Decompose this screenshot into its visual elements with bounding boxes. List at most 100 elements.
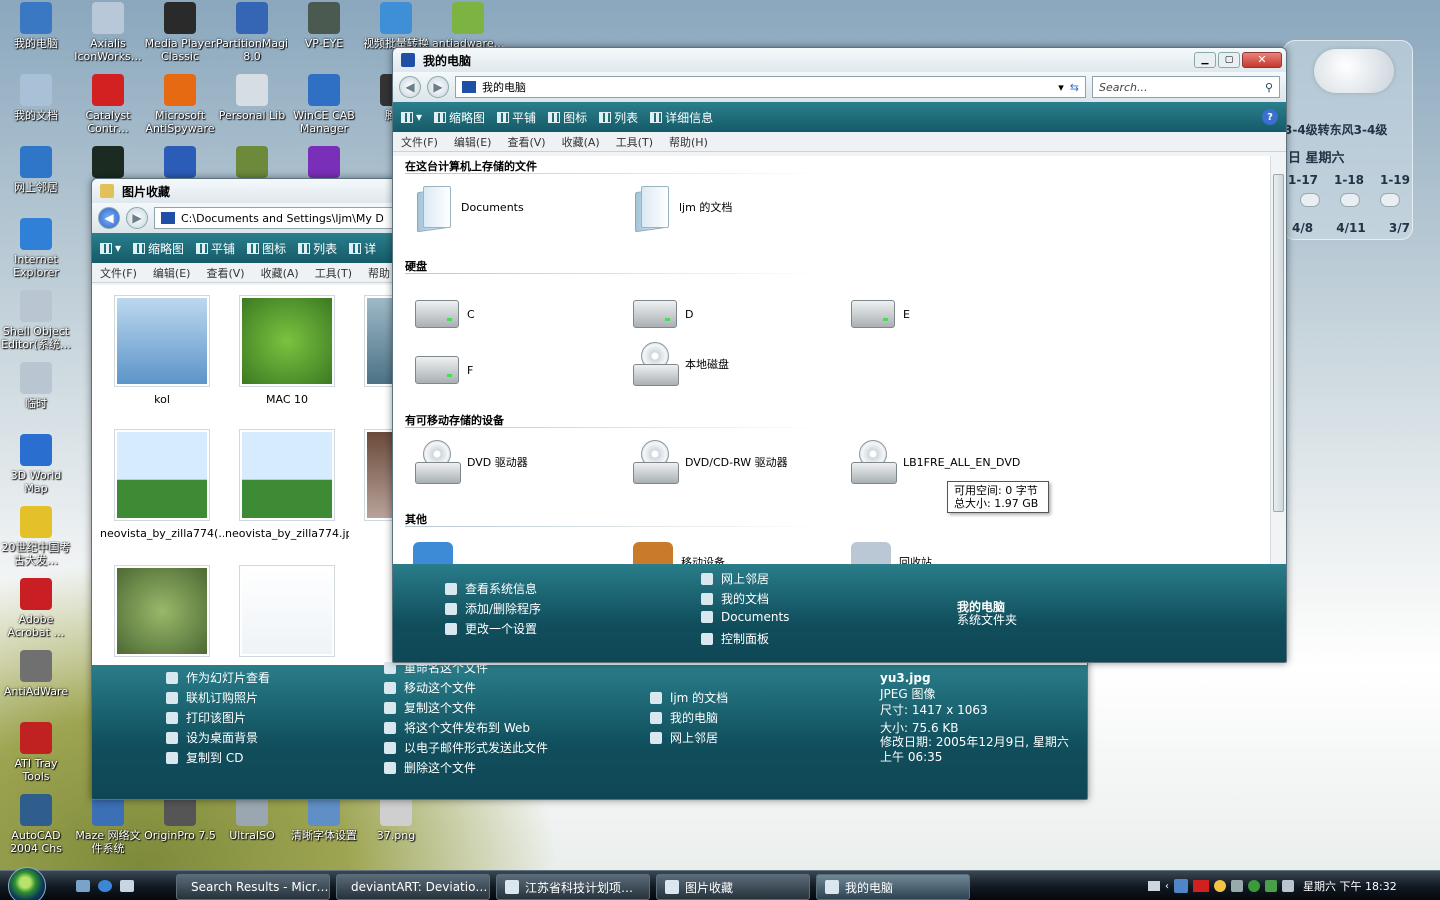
task-link[interactable]: Documents — [701, 610, 789, 624]
other-item[interactable]: 回收站 — [851, 542, 932, 564]
task-link[interactable]: 更改一个设置 — [445, 620, 537, 637]
back-button[interactable]: ◀ — [399, 76, 421, 98]
ie-quicklaunch-icon[interactable] — [98, 880, 112, 892]
view-4-button[interactable]: 详细信息 — [650, 109, 713, 126]
drive-item[interactable]: ljm 的文档 — [631, 184, 732, 230]
task-link[interactable]: 删除这个文件 — [384, 759, 476, 776]
drive-item[interactable]: 本地磁盘 — [633, 342, 729, 386]
task-link[interactable]: 移动这个文件 — [384, 679, 476, 696]
desktop-icon[interactable]: AntiAdWare — [0, 650, 72, 711]
view-4-button[interactable]: 详 — [349, 240, 376, 257]
view-1-button[interactable]: 平铺 — [497, 109, 536, 126]
drive-item[interactable]: Documents — [413, 184, 524, 230]
menu-item[interactable]: 文件(F) — [401, 134, 438, 150]
chevron-left-icon[interactable]: ‹ — [1165, 881, 1169, 892]
forward-button[interactable]: ▶ — [126, 207, 148, 229]
view-3-button[interactable]: 列表 — [599, 109, 638, 126]
minimize-button[interactable]: ▁ — [1194, 52, 1216, 68]
other-item[interactable] — [413, 542, 461, 564]
picture-thumbnail[interactable] — [114, 295, 210, 387]
task-link[interactable]: 复制这个文件 — [384, 699, 476, 716]
view-0-button[interactable]: 缩略图 — [133, 240, 184, 257]
back-button[interactable]: ◀ — [98, 207, 120, 229]
menu-item[interactable]: 编辑(E) — [153, 265, 191, 281]
sun-tray-icon[interactable] — [1214, 880, 1226, 892]
menu-item[interactable]: 查看(V) — [206, 265, 244, 281]
desktop-icon[interactable]: Catalyst Contr… — [72, 74, 144, 135]
start-button[interactable] — [8, 867, 46, 900]
desktop-icon[interactable]: Maze 网络文件系统 — [72, 794, 144, 855]
menu-item[interactable]: 工具(T) — [616, 134, 653, 150]
desktop-icon[interactable]: WinCE CAB Manager — [288, 74, 360, 135]
desktop-icon[interactable]: VP-EYE — [288, 2, 360, 63]
task-link[interactable]: 打印该图片 — [166, 709, 246, 726]
desktop-icon[interactable]: Media Player Classic — [144, 2, 216, 63]
search-input[interactable]: Search... ⚲ — [1092, 76, 1280, 98]
drive-item[interactable]: DVD/CD-RW 驱动器 — [633, 440, 788, 484]
task-link[interactable]: 联机订购照片 — [166, 689, 258, 706]
desktop-icon[interactable]: 3D World Map — [0, 434, 72, 495]
picture-thumbnail[interactable] — [114, 429, 210, 521]
vertical-scrollbar[interactable] — [1270, 156, 1286, 564]
desktop-icon[interactable]: 临时 — [0, 362, 72, 423]
close-button[interactable]: ✕ — [1242, 52, 1282, 68]
help-icon[interactable]: ? — [1262, 109, 1278, 125]
desktop-icon[interactable]: Adobe Acrobat … — [0, 578, 72, 639]
desktop-icon[interactable]: OriginPro 7.5 — [144, 794, 216, 855]
task-link[interactable]: 我的电脑 — [650, 709, 718, 726]
view-2-button[interactable]: 图标 — [548, 109, 587, 126]
task-link[interactable]: 以电子邮件形式发送此文件 — [384, 739, 548, 756]
desktop-icon[interactable]: 清晰字体设置 — [288, 794, 360, 855]
phone-tray-icon[interactable] — [1231, 880, 1243, 892]
desktop-icon[interactable]: AutoCAD 2004 Chs — [0, 794, 72, 855]
address-input[interactable]: 我的电脑 ▾ ⇆ — [455, 76, 1086, 98]
desktop-icon[interactable]: Microsoft AntiSpyware — [144, 74, 216, 135]
desktop-icon[interactable]: 我的电脑 — [0, 2, 72, 63]
views-button[interactable]: ▾ — [100, 241, 121, 255]
desktop-icon[interactable]: Personal Lib — [216, 74, 288, 135]
keyboard-icon[interactable] — [1148, 881, 1160, 891]
forward-button[interactable]: ▶ — [427, 76, 449, 98]
views-button[interactable]: ▾ — [401, 110, 422, 124]
desktop-icon[interactable]: ATI Tray Tools — [0, 722, 72, 783]
weather-gadget[interactable]: 3-4级转东风3-4级 日 星期六 1-17 1-18 1-19 4/8 4/11 3/… — [1283, 40, 1413, 240]
scrollbar-thumb[interactable] — [1273, 174, 1284, 512]
taskbar-button[interactable]: 我的电脑 — [816, 874, 970, 900]
menu-item[interactable]: 收藏(A) — [261, 265, 299, 281]
picture-thumbnail[interactable] — [364, 429, 392, 521]
taskbar-button[interactable]: Search Results - Micr… — [176, 874, 330, 900]
view-1-button[interactable]: 平铺 — [196, 240, 235, 257]
drive-item[interactable]: LB1FRE_ALL_EN_DVD — [851, 440, 1020, 484]
view-0-button[interactable]: 缩略图 — [434, 109, 485, 126]
task-link[interactable]: 网上邻居 — [701, 570, 769, 587]
view-2-button[interactable]: 图标 — [247, 240, 286, 257]
picture-thumbnail[interactable] — [364, 295, 392, 387]
task-link[interactable]: 添加/删除程序 — [445, 600, 541, 617]
picture-thumbnail[interactable] — [239, 429, 335, 521]
menu-item[interactable]: 编辑(E) — [454, 134, 492, 150]
computer-window[interactable]: 我的电脑 ▁ ▢ ✕ ◀ ▶ 我的电脑 ▾ ⇆ Search... ⚲ ▾ 缩略图 平铺 图… — [392, 47, 1287, 663]
desktop-icon[interactable]: PartitionMagic 8.0 — [216, 2, 288, 63]
menu-item[interactable]: 查看(V) — [507, 134, 545, 150]
update-tray-icon[interactable] — [1265, 880, 1277, 892]
maximize-button[interactable]: ▢ — [1218, 52, 1240, 68]
drive-item[interactable]: DVD 驱动器 — [415, 440, 528, 484]
drive-item[interactable]: E — [851, 300, 910, 328]
menu-item[interactable]: 工具(T) — [315, 265, 352, 281]
menu-item[interactable]: 收藏(A) — [562, 134, 600, 150]
security-tray-icon[interactable] — [1248, 880, 1260, 892]
view-3-button[interactable]: 列表 — [298, 240, 337, 257]
computer-title-bar[interactable]: 我的电脑 ▁ ▢ ✕ — [393, 48, 1286, 72]
ati-tray-icon[interactable] — [1193, 880, 1209, 892]
task-link[interactable]: 控制面板 — [701, 630, 769, 647]
task-link[interactable]: 将这个文件发布到 Web — [384, 719, 530, 736]
refresh-icon[interactable]: ⇆ — [1070, 81, 1079, 94]
drive-item[interactable]: F — [415, 356, 473, 384]
desktop-icon[interactable]: Axialis IconWorks… — [72, 2, 144, 63]
desktop-icon[interactable]: 我的文档 — [0, 74, 72, 135]
menu-item[interactable]: 文件(F) — [100, 265, 137, 281]
desktop-icon[interactable]: 网上邻居 — [0, 146, 72, 207]
task-link[interactable]: 网上邻居 — [650, 729, 718, 746]
task-link[interactable]: 我的文档 — [701, 590, 769, 607]
volume-icon[interactable] — [1282, 880, 1294, 892]
